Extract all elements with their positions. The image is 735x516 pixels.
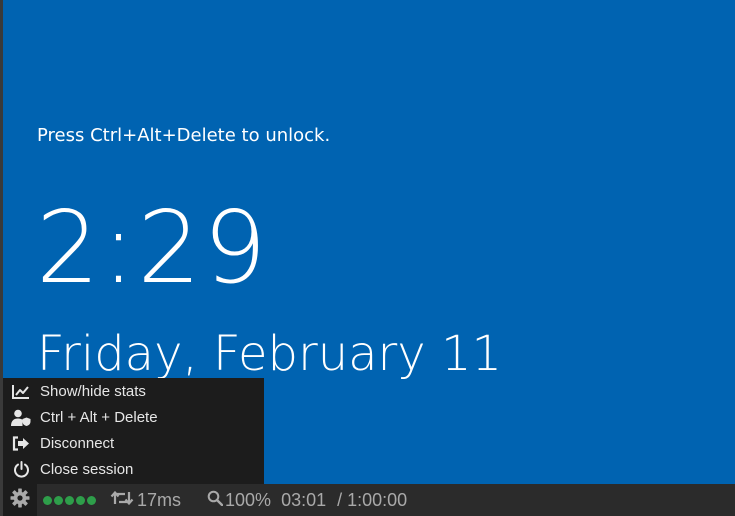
signal-dot (65, 495, 74, 505)
signal-dot (43, 495, 52, 505)
signal-dot (87, 495, 96, 505)
signal-dot (54, 495, 63, 505)
unlock-hint: Press Ctrl+Alt+Delete to unlock. (37, 125, 331, 146)
session-max-duration: / 1:00:00 (337, 489, 408, 510)
session-menu: Show/hide stats Ctrl + Alt + Delete Disc… (3, 378, 264, 484)
menu-item-label: Disconnect (40, 434, 115, 452)
gear-icon (10, 488, 30, 513)
search-icon (207, 490, 225, 511)
lock-screen-time: 2:29 (36, 189, 269, 306)
status-bar: 17ms 100% 03:01 / 1:00:00 (3, 484, 735, 516)
user-shield-icon (11, 408, 31, 426)
connection-quality-indicator (43, 495, 96, 505)
latency-indicator: 17ms (110, 490, 181, 511)
chart-line-icon (11, 382, 31, 400)
zoom-indicator[interactable]: 100% (207, 490, 271, 511)
menu-item-disconnect[interactable]: Disconnect (3, 430, 264, 456)
refresh-icon (110, 490, 137, 511)
remote-desktop-viewer: Press Ctrl+Alt+Delete to unlock. 2:29 Fr… (0, 0, 735, 516)
lock-screen-date: Friday, February 11 (37, 326, 503, 382)
menu-item-label: Ctrl + Alt + Delete (40, 408, 158, 426)
session-elapsed-time: 03:01 (281, 489, 327, 510)
settings-button[interactable] (3, 484, 37, 516)
menu-item-close-session[interactable]: Close session (3, 456, 264, 482)
menu-item-label: Show/hide stats (40, 382, 146, 400)
power-icon (11, 460, 31, 478)
sign-out-icon (11, 434, 31, 452)
menu-item-label: Close session (40, 460, 134, 478)
menu-item-ctrl-alt-delete[interactable]: Ctrl + Alt + Delete (3, 404, 264, 430)
menu-item-show-hide-stats[interactable]: Show/hide stats (3, 378, 264, 404)
zoom-value: 100% (225, 489, 272, 510)
latency-value: 17ms (137, 489, 182, 510)
signal-dot (76, 495, 85, 505)
